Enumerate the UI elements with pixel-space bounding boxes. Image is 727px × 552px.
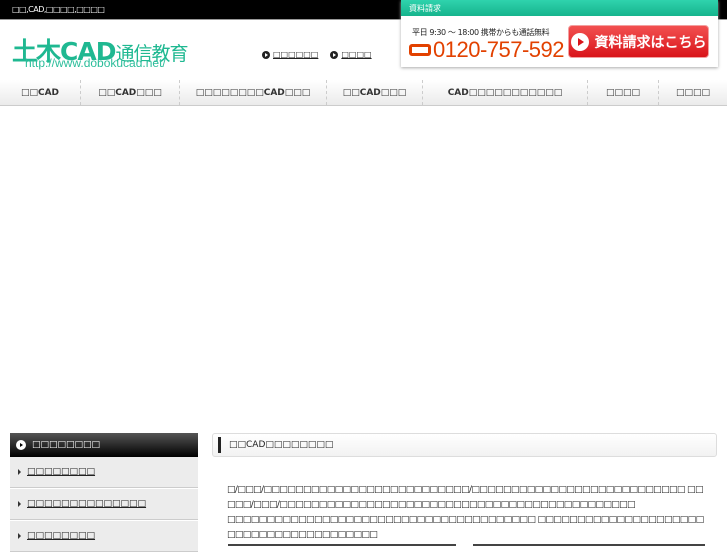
- nav-item-5[interactable]: CAD□□□□□□□□□□□: [423, 80, 588, 105]
- paragraph: □/□□□/□□□□□□□□□□□□□□□□□□□□□□□□□□/□□□□□□□…: [227, 485, 703, 510]
- freedial-icon: [409, 44, 431, 56]
- header-links: □□□□□□ □□□□: [262, 50, 372, 59]
- content-box-top: [473, 544, 705, 546]
- sidebar-link[interactable]: □□□□□□□□: [27, 531, 95, 541]
- content-box-top: [228, 544, 456, 546]
- paragraph: □□□□□□□□□□□□□□□□□□□□□□□□□□□□□□□□□□□□□□□ …: [227, 515, 704, 540]
- request-box: 資料請求 平日 9:30 〜 18:00 携帯からも通話無料 0120-757-…: [401, 0, 718, 67]
- header-link-label: □□□□□□: [273, 50, 319, 59]
- sidebar-item-1[interactable]: □□□□□□□□: [10, 457, 198, 488]
- request-button[interactable]: 資料請求はこちら: [568, 25, 709, 58]
- arrow-icon: [18, 469, 21, 475]
- phone-text: 0120-757-592: [433, 37, 565, 62]
- sidebar-link[interactable]: □□□□□□□□: [27, 467, 95, 477]
- header-link-1[interactable]: □□□□□□: [262, 50, 318, 59]
- request-button-label: 資料請求はこちら: [594, 34, 707, 51]
- sidebar-heading: □□□□□□□□: [10, 433, 198, 457]
- top-bar-text: □□,CAD,□□□□,□□□□: [12, 5, 105, 14]
- nav-item-1[interactable]: □□CAD: [0, 80, 81, 105]
- nav-item-2[interactable]: □□CAD□□□: [81, 80, 180, 105]
- main-heading: □□CAD□□□□□□□□: [212, 433, 717, 457]
- main-nav: □□CAD □□CAD□□□ □□□□□□□□CAD□□□ □□CAD□□□ C…: [0, 80, 727, 106]
- sidebar-heading-text: □□□□□□□□: [32, 440, 101, 450]
- play-icon: [570, 32, 589, 51]
- arrow-icon: [18, 533, 21, 539]
- header-link-label: □□□□: [341, 50, 372, 59]
- play-icon: [16, 440, 26, 450]
- nav-item-3[interactable]: □□□□□□□□CAD□□□: [180, 80, 327, 105]
- heading-bar: [218, 437, 221, 453]
- request-title: 資料請求: [401, 0, 718, 16]
- main-content: □/□□□/□□□□□□□□□□□□□□□□□□□□□□□□□□/□□□□□□□…: [227, 483, 707, 543]
- main-heading-text: □□CAD□□□□□□□□: [229, 440, 334, 450]
- site-url[interactable]: http://www.dobokucad.net/: [25, 56, 166, 70]
- play-icon: [330, 50, 339, 59]
- nav-item-6[interactable]: □□□□: [588, 80, 659, 105]
- header-link-2[interactable]: □□□□: [330, 50, 372, 59]
- nav-item-7[interactable]: □□□□: [659, 80, 727, 105]
- sidebar-link[interactable]: □□□□□□□□□□□□□□: [27, 499, 146, 509]
- phone-number[interactable]: 0120-757-592: [409, 37, 565, 63]
- play-icon: [262, 50, 270, 59]
- sidebar-item-2[interactable]: □□□□□□□□□□□□□□: [10, 489, 198, 520]
- sidebar-item-3[interactable]: □□□□□□□□: [10, 521, 198, 552]
- arrow-icon: [18, 501, 21, 507]
- nav-item-4[interactable]: □□CAD□□□: [327, 80, 423, 105]
